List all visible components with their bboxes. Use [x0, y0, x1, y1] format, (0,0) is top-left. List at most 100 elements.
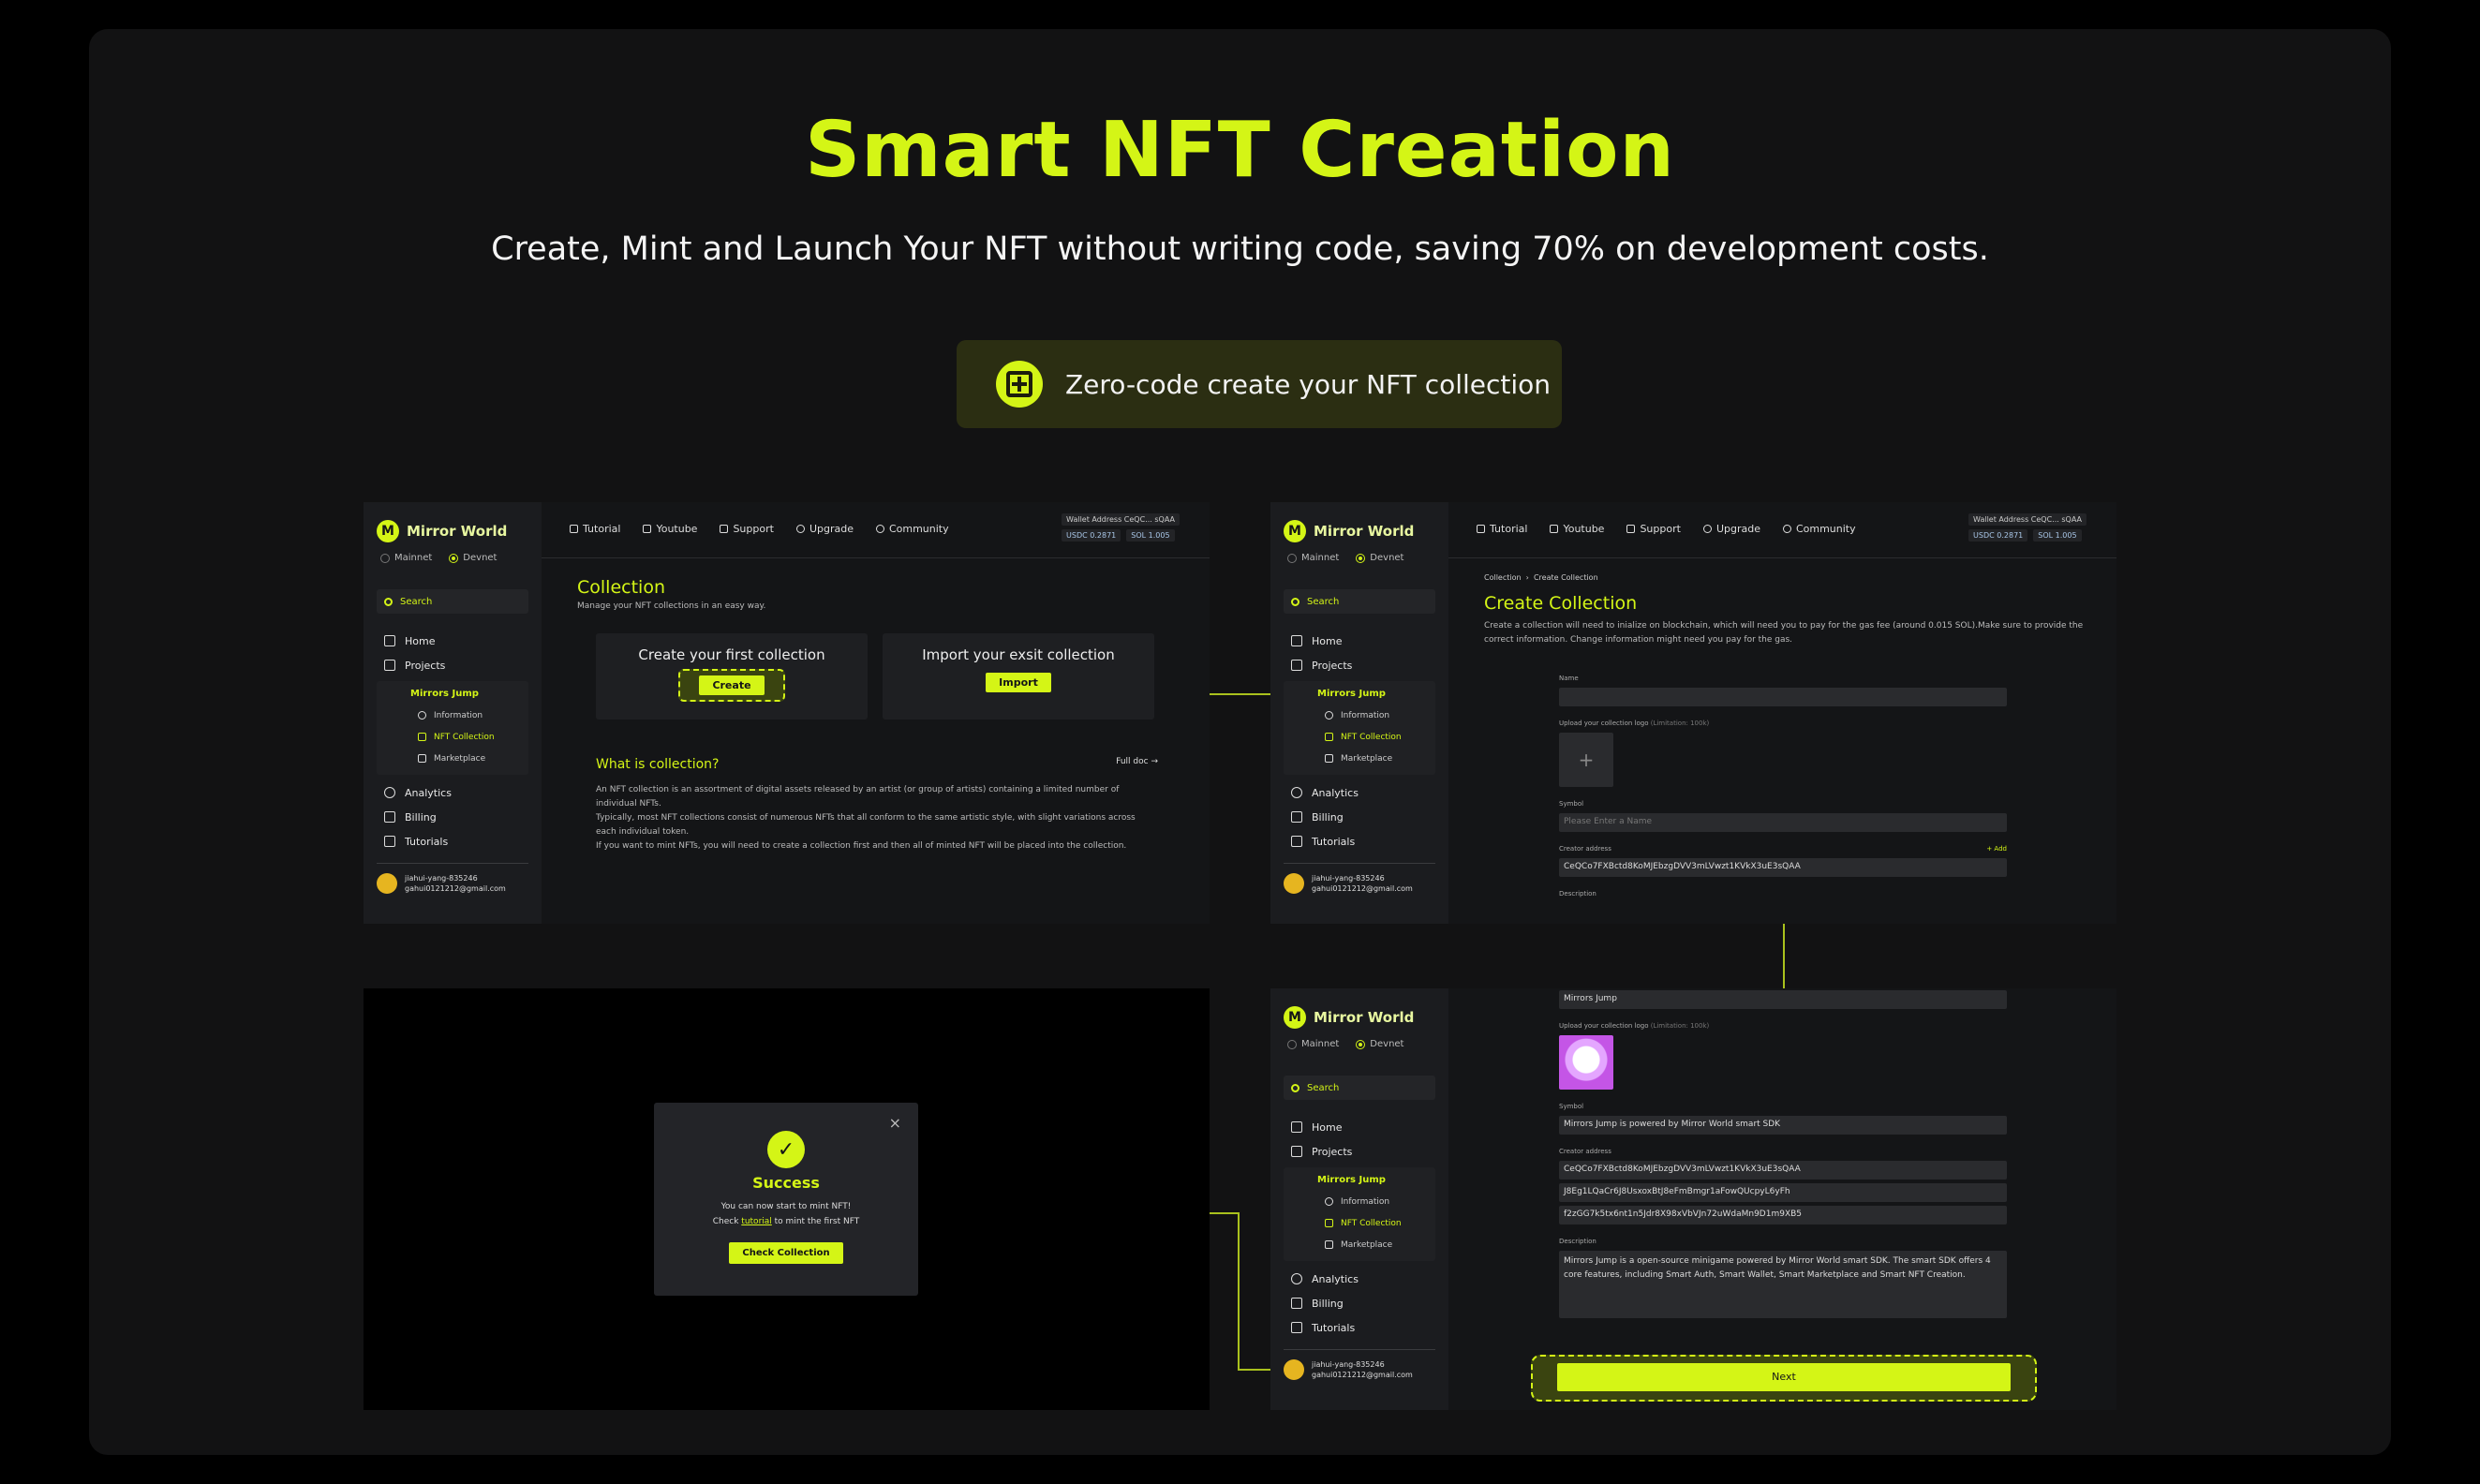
nav-marketplace[interactable]: Marketplace — [1284, 1234, 1435, 1255]
close-icon[interactable]: × — [889, 1114, 901, 1132]
nav-information[interactable]: Information — [1284, 705, 1435, 726]
mirror-world-logo-icon: M — [377, 520, 399, 542]
name-field[interactable]: Mirrors Jump — [1559, 990, 2007, 1009]
description-field[interactable]: Mirrors Jump is a open-source minigame p… — [1559, 1251, 2007, 1318]
nav-billing[interactable]: Billing — [377, 805, 528, 829]
logo[interactable]: M Mirror World — [1284, 519, 1435, 543]
create-collection-card: Create your first collection Create — [596, 633, 868, 720]
nav-home[interactable]: Home — [377, 629, 528, 653]
top-nav-support[interactable]: Support — [720, 523, 774, 535]
nav-tutorials[interactable]: Tutorials — [1284, 1315, 1435, 1340]
nav-marketplace[interactable]: Marketplace — [1284, 748, 1435, 769]
symbol-field[interactable]: Please Enter a Name — [1559, 813, 2007, 832]
search-input[interactable]: Search — [1284, 589, 1435, 614]
user-profile[interactable]: jiahui-yang-835246 gahui0121212@gmail.com — [377, 873, 528, 894]
mainnet-radio[interactable]: Mainnet — [380, 553, 432, 563]
devnet-radio[interactable]: Devnet — [1356, 553, 1403, 563]
creator-address-field[interactable]: CeQCo7FXBctd8KoMJEbzgDVV3mLVwzt1KVkX3uE3… — [1559, 858, 2007, 877]
top-nav-tutorial[interactable]: Tutorial — [570, 523, 620, 535]
nav-analytics[interactable]: Analytics — [377, 780, 528, 805]
nav-billing[interactable]: Billing — [1284, 1291, 1435, 1315]
clock-icon — [1291, 1273, 1302, 1284]
book-icon — [570, 525, 578, 533]
user-profile[interactable]: jiahui-yang-835246 gahui0121212@gmail.com — [1284, 1359, 1435, 1380]
nav-analytics[interactable]: Analytics — [1284, 780, 1435, 805]
user-profile[interactable]: jiahui-yang-835246 gahui0121212@gmail.com — [1284, 873, 1435, 894]
mainnet-radio[interactable]: Mainnet — [1287, 1039, 1339, 1049]
name-field[interactable] — [1559, 688, 2007, 706]
home-icon — [1291, 635, 1302, 646]
play-icon — [1550, 525, 1559, 533]
devnet-radio[interactable]: Devnet — [1356, 1039, 1403, 1049]
top-nav-community[interactable]: Community — [875, 523, 949, 535]
create-button[interactable]: Create — [699, 675, 765, 695]
grid-icon — [384, 660, 395, 671]
full-doc-link[interactable]: Full doc → — [1116, 757, 1158, 772]
top-nav-community[interactable]: Community — [1782, 523, 1856, 535]
symbol-field[interactable]: Mirrors Jump is powered by Mirror World … — [1559, 1116, 2007, 1135]
nav-billing[interactable]: Billing — [1284, 805, 1435, 829]
nav-tutorials[interactable]: Tutorials — [377, 829, 528, 853]
name-label: Name — [1559, 675, 1579, 682]
nav-nft-collection[interactable]: NFT Collection — [377, 726, 528, 748]
nav-nft-collection[interactable]: NFT Collection — [1284, 1212, 1435, 1234]
success-modal: × ✓ Success You can now start to mint NF… — [654, 1103, 918, 1296]
nav-information[interactable]: Information — [377, 705, 528, 726]
nav-projects[interactable]: Projects — [1284, 653, 1435, 677]
avatar — [1284, 873, 1304, 894]
success-title: Success — [752, 1174, 820, 1192]
document-icon — [1291, 836, 1302, 847]
sidebar: M Mirror World Mainnet Devnet Search Home… — [1270, 502, 1448, 924]
nav-projects[interactable]: Projects — [1284, 1139, 1435, 1164]
success-screen: × ✓ Success You can now start to mint NF… — [364, 988, 1210, 1410]
nav-tutorials[interactable]: Tutorials — [1284, 829, 1435, 853]
add-creator-button[interactable]: + Add — [1986, 845, 2007, 853]
check-collection-button[interactable]: Check Collection — [729, 1242, 843, 1264]
upload-logo-button[interactable]: + — [1559, 733, 1613, 787]
logo[interactable]: M Mirror World — [1284, 1005, 1435, 1030]
wallet-info[interactable]: Wallet Address CeQC... sQAA USDC 0.2871 S… — [1968, 513, 2086, 542]
nav-nft-collection[interactable]: NFT Collection — [1284, 726, 1435, 748]
top-nav-youtube[interactable]: Youtube — [643, 523, 697, 535]
clock-icon — [1291, 787, 1302, 798]
top-nav-upgrade[interactable]: Upgrade — [795, 523, 854, 535]
clock-icon — [384, 787, 395, 798]
collection-logo-image[interactable] — [1559, 1035, 1613, 1090]
project-name[interactable]: Mirrors Jump — [1284, 1171, 1435, 1191]
creator-address-field[interactable]: CeQCo7FXBctd8KoMJEbzgDVV3mLVwzt1KVkX3uE3… — [1559, 1161, 2007, 1180]
import-collection-card: Import your exsit collection Import — [883, 633, 1154, 720]
search-input[interactable]: Search — [377, 589, 528, 614]
search-icon — [1291, 1083, 1299, 1092]
network-switch: Mainnet Devnet — [377, 553, 528, 563]
top-nav-tutorial[interactable]: Tutorial — [1477, 523, 1527, 535]
nav-home[interactable]: Home — [1284, 1115, 1435, 1139]
devnet-radio[interactable]: Devnet — [449, 553, 497, 563]
connector-line — [1783, 924, 1785, 988]
play-icon — [643, 525, 652, 533]
book-icon — [1477, 525, 1485, 533]
nav-home[interactable]: Home — [1284, 629, 1435, 653]
project-name[interactable]: Mirrors Jump — [1284, 685, 1435, 705]
project-name[interactable]: Mirrors Jump — [377, 685, 528, 705]
search-input[interactable]: Search — [1284, 1076, 1435, 1100]
import-button[interactable]: Import — [986, 673, 1051, 692]
collection-screen: M Mirror World Mainnet Devnet Search Home… — [364, 502, 1210, 924]
next-button[interactable]: Next — [1557, 1363, 2011, 1391]
create-content: Collection › Create Collection Create Co… — [1484, 573, 2088, 647]
tutorial-link[interactable]: tutorial — [741, 1217, 771, 1226]
nav-analytics[interactable]: Analytics — [1284, 1267, 1435, 1291]
mainnet-radio[interactable]: Mainnet — [1287, 553, 1339, 563]
connector-line — [1210, 693, 1270, 695]
upgrade-icon — [1702, 525, 1712, 533]
top-nav-support[interactable]: Support — [1626, 523, 1681, 535]
paragraph: An NFT collection is an assortment of di… — [596, 785, 1136, 851]
top-nav-upgrade[interactable]: Upgrade — [1702, 523, 1760, 535]
nav-projects[interactable]: Projects — [377, 653, 528, 677]
nav-marketplace[interactable]: Marketplace — [377, 748, 528, 769]
wallet-info[interactable]: Wallet Address CeQC... sQAA USDC 0.2871 S… — [1062, 513, 1180, 542]
logo[interactable]: M Mirror World — [377, 519, 528, 543]
top-nav-youtube[interactable]: Youtube — [1550, 523, 1604, 535]
nav-information[interactable]: Information — [1284, 1191, 1435, 1212]
creator-address-field[interactable]: J8Eg1LQaCr6J8UsxoxBtJ8eFmBmgr1aFowQUcpyL… — [1559, 1183, 2007, 1202]
creator-address-field[interactable]: f2zGG7k5tx6nt1n5Jdr8X98xVbVJn72uWdaMn9D1… — [1559, 1206, 2007, 1224]
